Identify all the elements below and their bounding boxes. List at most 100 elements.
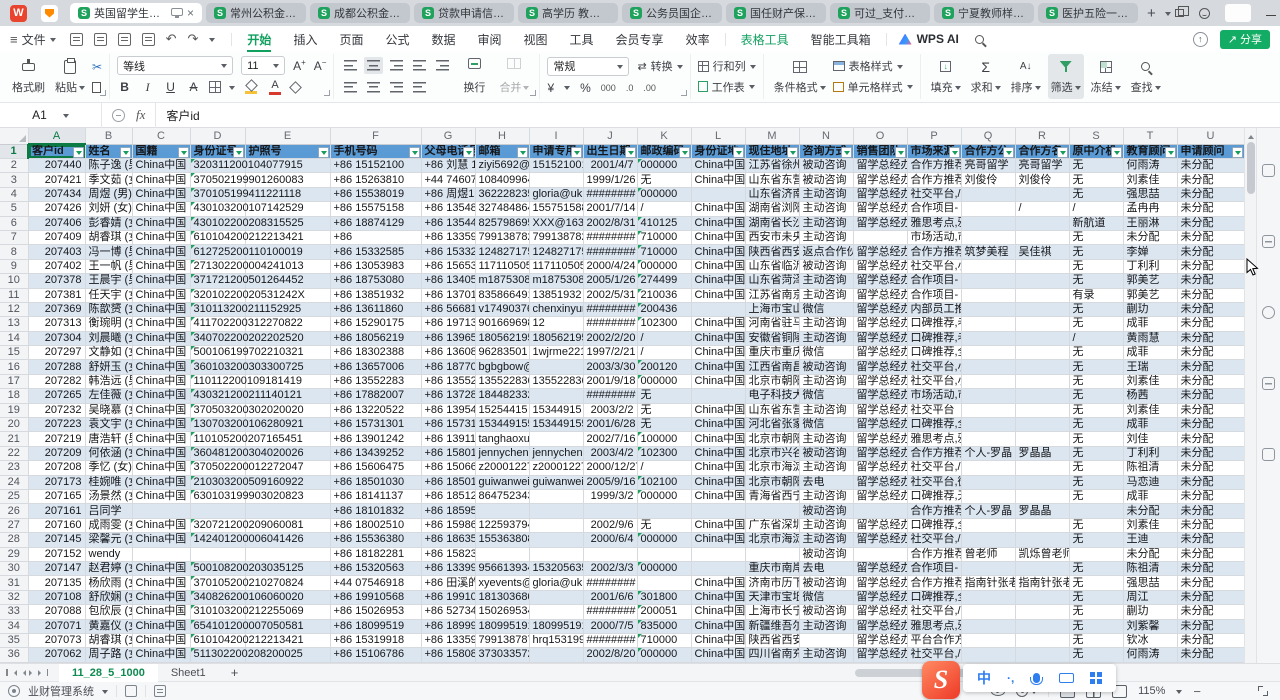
cell[interactable]: China中国 — [691, 159, 745, 173]
cell[interactable]: +86 1899937166 — [421, 619, 475, 633]
column-letter-P[interactable]: P — [907, 128, 961, 144]
cell[interactable]: 500106199702210321 — [190, 346, 245, 360]
cell[interactable]: 未分配 — [1123, 547, 1177, 561]
cell[interactable]: 内部员工推 — [907, 302, 961, 316]
header-cell-I[interactable]: 申请专用 — [529, 144, 583, 159]
menu-item-效率[interactable]: 效率 — [675, 26, 721, 52]
row-number[interactable]: 10 — [0, 274, 28, 288]
cell[interactable] — [529, 389, 583, 403]
cell[interactable]: 100000 — [637, 432, 691, 446]
cell[interactable]: 江苏省徐州 — [745, 159, 799, 173]
cell[interactable]: 102100 — [637, 475, 691, 489]
cell[interactable] — [961, 288, 1015, 302]
cell[interactable]: +86 13657006 — [330, 360, 421, 374]
cell[interactable]: 平台合作方 — [907, 633, 961, 647]
cell[interactable]: 207304 — [28, 331, 85, 345]
cell[interactable]: China中国 — [691, 331, 745, 345]
fill-button[interactable]: ↓ 填充 — [928, 54, 964, 99]
cell[interactable]: 373033572 — [475, 648, 529, 662]
menu-item-开始[interactable]: 开始 — [236, 26, 282, 52]
cell[interactable]: 丁利利 — [1123, 259, 1177, 273]
cell[interactable]: 刘素佳 — [1123, 518, 1177, 532]
cell[interactable]: 430103200107142529 — [190, 202, 245, 216]
cell[interactable]: China中国 — [132, 202, 190, 216]
header-cell-A[interactable]: 客户id — [28, 144, 85, 159]
cell[interactable]: 未分配 — [1177, 403, 1244, 417]
cell[interactable]: +86 15575158 — [330, 202, 421, 216]
cell[interactable]: 155363808 — [475, 533, 529, 547]
clipboard-launcher-icon[interactable] — [100, 90, 106, 96]
cell[interactable]: 刘素佳 — [1123, 403, 1177, 417]
cell[interactable]: 袁文宇 (女 — [85, 418, 132, 432]
header-cell-G[interactable]: 父母电话号码 — [421, 144, 475, 159]
cell[interactable]: 未分配 — [1177, 446, 1244, 460]
column-letter-D[interactable]: D — [190, 128, 245, 144]
cell[interactable] — [745, 547, 799, 561]
cell[interactable]: 电子科技大 — [745, 389, 799, 403]
tab-list-caret-icon[interactable] — [1165, 12, 1171, 19]
cell[interactable]: 被动咨询 — [799, 159, 853, 173]
cell[interactable]: 留学总经办 — [853, 245, 907, 259]
cell[interactable]: 蒯玏 — [1123, 302, 1177, 316]
cell[interactable]: 去电 — [799, 475, 853, 489]
cell[interactable]: 微信 — [799, 302, 853, 316]
header-cell-K[interactable]: 邮政编码 — [637, 144, 691, 159]
cell[interactable]: 舒欣娴 (女 — [85, 590, 132, 604]
cell[interactable] — [1015, 259, 1069, 273]
cell[interactable]: 包欣辰 (女 — [85, 605, 132, 619]
cell[interactable]: 成菲 — [1123, 489, 1177, 503]
panel-tools-icon[interactable] — [1262, 306, 1275, 319]
cell[interactable]: 2001/6/6 — [583, 590, 637, 604]
filter-icon[interactable] — [233, 147, 244, 158]
cell[interactable]: +86 13053983 — [330, 259, 421, 273]
cell[interactable]: 主动咨询 — [799, 230, 853, 244]
row-number[interactable]: 36 — [0, 648, 28, 662]
cell[interactable]: 指南针张老 — [1015, 576, 1069, 590]
cell[interactable]: 无 — [1069, 489, 1123, 503]
row-number[interactable]: 28 — [0, 533, 28, 547]
cell[interactable]: 117110505 — [475, 259, 529, 273]
cell[interactable] — [961, 619, 1015, 633]
cell[interactable]: 无 — [1069, 461, 1123, 475]
row-number[interactable]: 23 — [0, 461, 28, 475]
cell[interactable]: 湖南省长沙 — [745, 216, 799, 230]
cell[interactable]: China中国 — [691, 518, 745, 532]
cell[interactable]: guiwanwei — [529, 475, 583, 489]
cell[interactable]: 王晨宇 (男 — [85, 274, 132, 288]
microphone-icon[interactable] — [1033, 673, 1040, 683]
cell[interactable] — [529, 518, 583, 532]
row-number[interactable]: 19 — [0, 403, 28, 417]
cell[interactable]: 合作方推荐 — [907, 159, 961, 173]
cell[interactable]: 2000/12/27 — [583, 461, 637, 475]
row-number[interactable]: 7 — [0, 230, 28, 244]
cell[interactable]: 北京市海淀 — [745, 461, 799, 475]
cell[interactable]: 未分配 — [1177, 274, 1244, 288]
cell[interactable]: 胡睿琪 (女 — [85, 230, 132, 244]
cell[interactable]: ######## — [583, 187, 637, 201]
cell[interactable] — [132, 547, 190, 561]
cell[interactable]: 207434 — [28, 187, 85, 201]
cell[interactable] — [691, 561, 745, 575]
row-number[interactable]: 17 — [0, 374, 28, 388]
cell[interactable]: 153449155 — [529, 418, 583, 432]
last-sheet-icon[interactable] — [38, 670, 44, 676]
cell[interactable]: 左佳薇 (女 — [85, 389, 132, 403]
cell[interactable]: +86 18182281 — [330, 547, 421, 561]
cell[interactable]: 207440 — [28, 159, 85, 173]
docer-icon[interactable] — [41, 5, 58, 22]
column-letter-J[interactable]: J — [583, 128, 637, 144]
cell[interactable]: +86 1372884680 — [421, 389, 475, 403]
align-top-icon[interactable] — [341, 57, 360, 74]
align-middle-icon[interactable] — [364, 57, 383, 74]
cell[interactable]: 山东省济南 — [745, 187, 799, 201]
worksheet-button[interactable]: 工作表 — [698, 77, 756, 97]
cell[interactable]: 刘晨曦 (女 — [85, 331, 132, 345]
decrease-font-icon[interactable]: A− — [314, 58, 327, 73]
cell[interactable]: China中国 — [691, 259, 745, 273]
cell[interactable]: jennychen — [529, 446, 583, 460]
cell[interactable]: 上海市宝山 — [745, 302, 799, 316]
cell[interactable]: 社交平台,/ — [907, 648, 961, 662]
cell[interactable]: +86 1851229020 — [421, 489, 475, 503]
cell[interactable]: 留学总经办 — [853, 302, 907, 316]
cell[interactable]: +86 15731301 — [330, 418, 421, 432]
